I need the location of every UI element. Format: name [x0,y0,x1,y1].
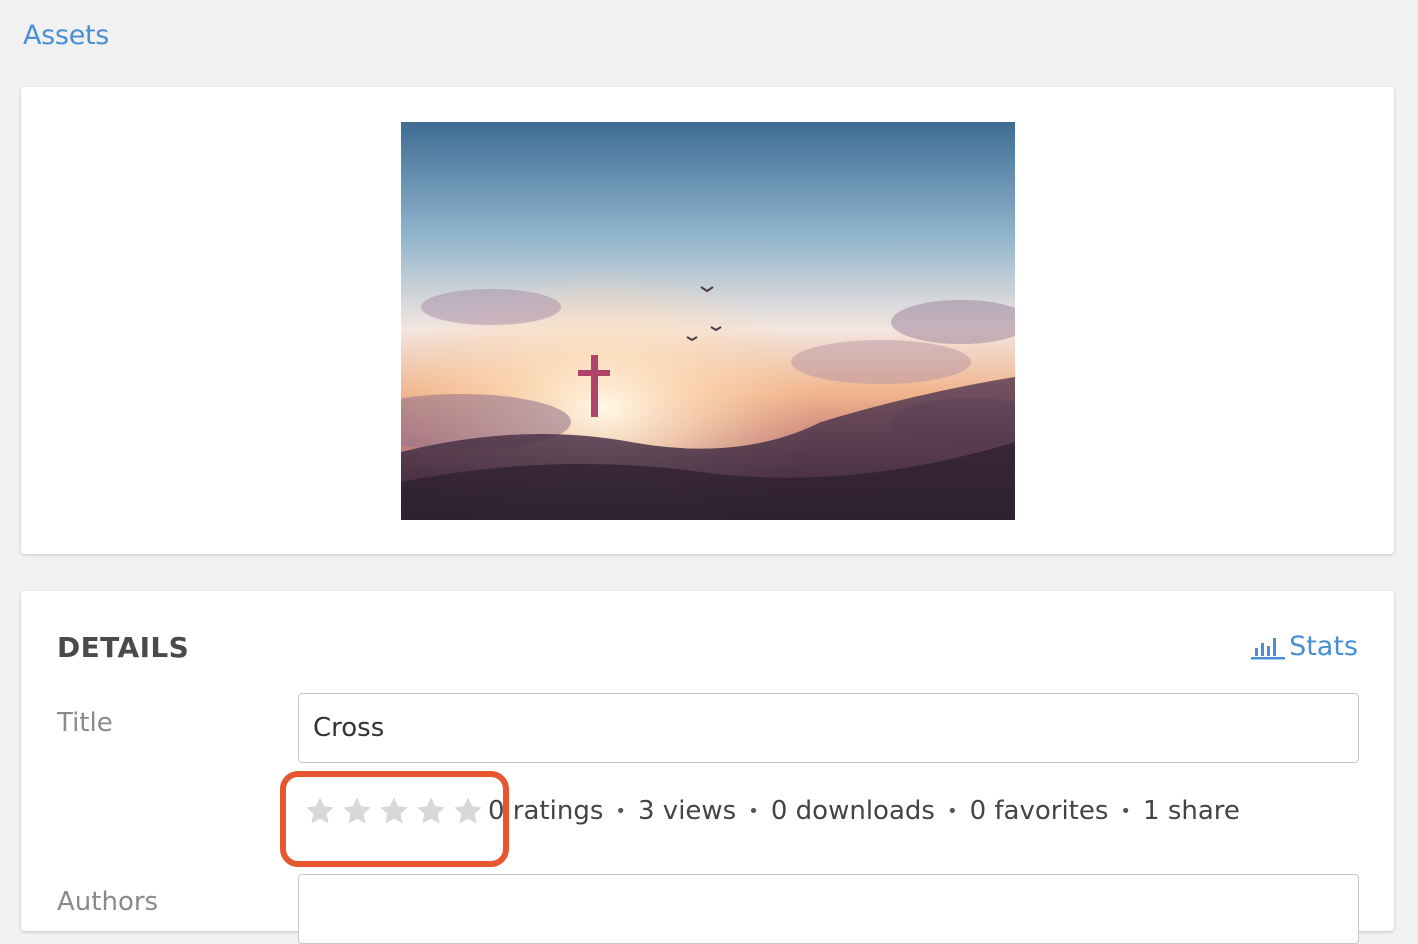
asset-preview-image [401,122,1015,520]
rating-row: 0 ratings • 3 views • 0 downloads • 0 fa… [304,795,1240,827]
separator-dot: • [946,800,958,822]
ratings-count: 0 ratings [488,796,604,826]
details-heading: DETAILS [57,631,190,664]
title-label: Title [57,708,113,738]
title-input[interactable] [298,693,1359,763]
star-icon[interactable] [304,795,336,827]
separator-dot: • [615,800,626,822]
breadcrumb-assets-link[interactable]: Assets [23,20,109,51]
stats-label: Stats [1289,631,1358,662]
star-icon[interactable] [452,795,484,827]
separator-dot: • [1120,800,1132,822]
views-count: 3 views [638,796,737,826]
favorites-count: 0 favorites [969,796,1109,826]
stats-link[interactable]: Stats [1251,631,1358,662]
preview-card [21,87,1394,554]
authors-input[interactable] [298,874,1359,944]
downloads-count: 0 downloads [770,796,935,826]
star-icon[interactable] [341,795,373,827]
details-card: DETAILS Stats Title 0 ratings • 3 views … [21,591,1394,944]
bar-chart-icon [1251,637,1286,659]
authors-label: Authors [57,887,159,917]
star-icon[interactable] [415,795,447,827]
asset-stats: 0 ratings • 3 views • 0 downloads • 0 fa… [488,796,1240,826]
star-rating[interactable] [304,795,484,827]
separator-dot: • [748,800,759,822]
shares-count: 1 share [1143,796,1240,826]
star-icon[interactable] [378,795,410,827]
